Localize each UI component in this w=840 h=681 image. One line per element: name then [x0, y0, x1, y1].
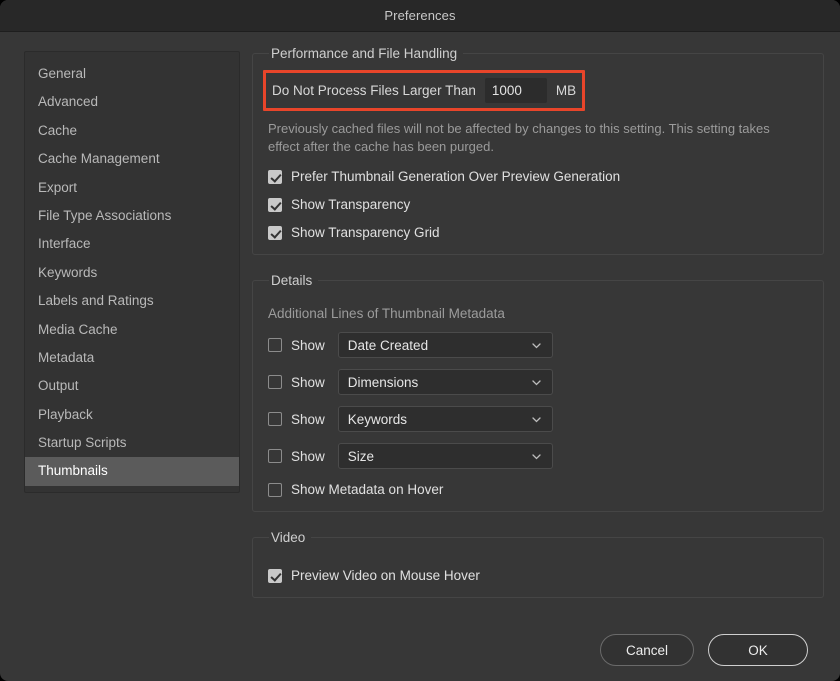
show-checkbox[interactable] — [268, 412, 282, 426]
metadata-field-dropdown[interactable]: Dimensions — [337, 369, 553, 395]
sidebar-item-startup-scripts[interactable]: Startup Scripts — [25, 429, 239, 457]
checkbox-label: Show Transparency Grid — [291, 225, 440, 240]
file-size-limit-input[interactable] — [484, 78, 547, 103]
performance-checkbox-row[interactable]: Show Transparency — [268, 197, 809, 212]
metadata-line-row: Show Size — [268, 443, 809, 469]
sidebar-item-export[interactable]: Export — [25, 174, 239, 202]
settings-pane: Performance and File Handling Do Not Pro… — [252, 46, 824, 681]
ok-button[interactable]: OK — [708, 634, 808, 666]
group-details: Details Additional Lines of Thumbnail Me… — [252, 273, 824, 512]
preview-video-on-hover-row[interactable]: Preview Video on Mouse Hover — [268, 568, 809, 583]
sidebar-item-label: Cache Management — [38, 151, 160, 167]
preview-video-on-hover-label: Preview Video on Mouse Hover — [291, 568, 480, 583]
group-video: Video Preview Video on Mouse Hover — [252, 530, 824, 598]
sidebar-item-label: Advanced — [38, 94, 99, 110]
file-size-limit-row: Do Not Process Files Larger Than MB — [263, 70, 586, 111]
metadata-field-dropdown[interactable]: Date Created — [337, 332, 553, 358]
show-label: Show — [291, 448, 325, 464]
metadata-field-dropdown[interactable]: Size — [337, 443, 553, 469]
cache-note-text: Previously cached files will not be affe… — [268, 121, 770, 154]
metadata-line-list: Show Date Created Show Dimensions Show Keywor… — [267, 332, 809, 469]
show-checkbox[interactable] — [268, 449, 282, 463]
metadata-line-row: Show Date Created — [268, 332, 809, 358]
show-checkbox[interactable] — [268, 338, 282, 352]
checkbox-label: Show Transparency — [291, 197, 411, 212]
show-metadata-on-hover-label: Show Metadata on Hover — [291, 482, 444, 497]
sidebar-item-thumbnails[interactable]: Thumbnails — [25, 457, 239, 486]
group-details-legend: Details — [271, 273, 313, 288]
preferences-category-list[interactable]: General Advanced Cache Cache Management Expo… — [24, 51, 240, 493]
dropdown-value: Dimensions — [347, 374, 419, 390]
chevron-down-icon — [532, 415, 541, 424]
sidebar-item-file-type-associations[interactable]: File Type Associations — [25, 202, 239, 230]
metadata-field-dropdown[interactable]: Keywords — [337, 406, 553, 432]
checkbox[interactable] — [268, 197, 282, 212]
dropdown-value: Date Created — [347, 337, 429, 353]
sidebar-item-label: General — [38, 66, 87, 81]
sidebar-item-label: Labels and Ratings — [38, 293, 154, 309]
sidebar-item-interface[interactable]: Interface — [25, 230, 239, 258]
sidebar-item-media-cache[interactable]: Media Cache — [25, 316, 239, 344]
checkbox[interactable] — [268, 169, 282, 184]
sidebar-item-label: Output — [38, 378, 79, 394]
show-label: Show — [291, 374, 325, 390]
dialog-body: General Advanced Cache Cache Management Expo… — [0, 32, 840, 681]
sidebar-item-label: Interface — [38, 236, 91, 252]
show-metadata-on-hover-row[interactable]: Show Metadata on Hover — [268, 482, 809, 497]
preferences-dialog: Preferences General Advanced Cache Cache Ma… — [0, 0, 840, 681]
sidebar-item-keywords[interactable]: Keywords — [25, 259, 239, 287]
sidebar-item-label: Thumbnails — [38, 463, 108, 479]
group-video-legend: Video — [271, 530, 306, 545]
sidebar-item-cache[interactable]: Cache — [25, 117, 239, 145]
sidebar-item-cache-management[interactable]: Cache Management — [25, 145, 239, 173]
sidebar-item-advanced[interactable]: Advanced — [25, 88, 239, 116]
sidebar-item-label: Metadata — [38, 349, 95, 365]
performance-checkbox-row[interactable]: Show Transparency Grid — [268, 225, 809, 240]
sidebar-wrapper: General Advanced Cache Cache Management Expo… — [24, 51, 240, 681]
sidebar-item-label: Cache — [38, 122, 78, 138]
show-checkbox[interactable] — [268, 375, 282, 389]
sidebar-item-label: Media Cache — [38, 321, 118, 337]
sidebar-item-metadata[interactable]: Metadata — [25, 344, 239, 372]
dropdown-value: Keywords — [347, 411, 408, 427]
sidebar-item-playback[interactable]: Playback — [25, 401, 239, 429]
sidebar-item-output[interactable]: Output — [25, 372, 239, 400]
sidebar-item-label: File Type Associations — [38, 207, 172, 223]
metadata-line-row: Show Keywords — [268, 406, 809, 432]
sidebar-item-label: Playback — [38, 406, 93, 422]
show-label: Show — [291, 411, 325, 427]
sidebar-item-label: Export — [38, 179, 78, 195]
additional-lines-label: Additional Lines of Thumbnail Metadata — [268, 306, 505, 321]
group-performance-legend: Performance and File Handling — [271, 46, 458, 61]
metadata-line-row: Show Dimensions — [268, 369, 809, 395]
group-performance-and-file-handling: Performance and File Handling Do Not Pro… — [252, 46, 824, 255]
file-size-unit-label: MB — [555, 83, 577, 98]
file-size-limit-label: Do Not Process Files Larger Than — [272, 83, 476, 98]
checkbox[interactable] — [268, 225, 282, 240]
cancel-button[interactable]: Cancel — [600, 634, 694, 666]
dropdown-value: Size — [347, 448, 375, 464]
show-label: Show — [291, 337, 325, 353]
sidebar-item-label: Startup Scripts — [38, 435, 127, 451]
window-title: Preferences — [384, 8, 456, 23]
sidebar-item-label: Keywords — [38, 264, 98, 280]
show-metadata-on-hover-checkbox[interactable] — [268, 482, 282, 497]
chevron-down-icon — [532, 378, 541, 387]
chevron-down-icon — [532, 341, 541, 350]
sidebar-item-labels-and-ratings[interactable]: Labels and Ratings — [25, 287, 239, 315]
performance-checkbox-list: Prefer Thumbnail Generation Over Preview… — [267, 169, 809, 240]
preview-video-on-hover-checkbox[interactable] — [268, 568, 282, 583]
checkbox-label: Prefer Thumbnail Generation Over Preview… — [291, 169, 621, 184]
dialog-footer: Cancel OK — [600, 634, 808, 666]
title-bar: Preferences — [0, 0, 840, 32]
sidebar-item-general[interactable]: General — [25, 60, 239, 88]
performance-checkbox-row[interactable]: Prefer Thumbnail Generation Over Preview… — [268, 169, 809, 184]
chevron-down-icon — [532, 452, 541, 461]
